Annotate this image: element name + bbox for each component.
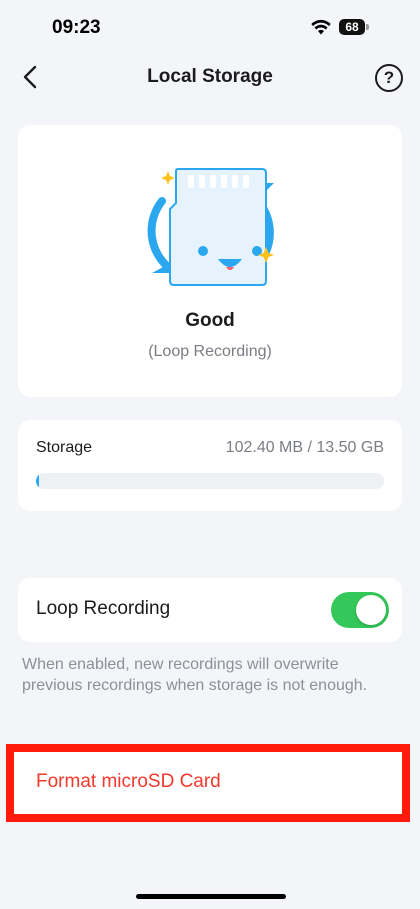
status-time: 09:23 xyxy=(52,17,101,38)
storage-progress-bar xyxy=(36,473,384,489)
question-circle-icon[interactable]: ? xyxy=(375,64,403,92)
loop-recording-toggle[interactable] xyxy=(331,592,389,628)
sd-status-card: Good (Loop Recording) xyxy=(18,125,402,397)
battery-tip xyxy=(366,24,369,30)
nav-bar: Local Storage ? xyxy=(0,56,420,100)
storage-progress-fill xyxy=(36,473,39,489)
status-bar: 09:23 68 xyxy=(0,0,420,56)
format-microsd-button[interactable]: Format microSD Card xyxy=(6,744,410,822)
storage-value: 102.40 MB / 13.50 GB xyxy=(225,439,384,456)
format-microsd-label: Format microSD Card xyxy=(36,771,221,792)
toggle-knob xyxy=(356,595,386,625)
sd-card-loop-icon xyxy=(147,168,274,286)
storage-label: Storage xyxy=(36,439,93,456)
loop-recording-note: When enabled, new recordings will overwr… xyxy=(22,656,368,694)
page-title: Local Storage xyxy=(147,66,273,87)
health-status: Good xyxy=(185,310,235,331)
loop-recording-card: Loop Recording xyxy=(18,578,402,642)
loop-recording-label: Loop Recording xyxy=(36,598,171,619)
recording-mode-status: (Loop Recording) xyxy=(148,343,272,360)
battery-icon: 68 xyxy=(339,19,369,35)
storage-card: Storage 102.40 MB / 13.50 GB xyxy=(18,420,402,511)
battery-level: 68 xyxy=(339,19,365,35)
wifi-icon xyxy=(311,19,331,35)
home-indicator xyxy=(136,894,286,899)
